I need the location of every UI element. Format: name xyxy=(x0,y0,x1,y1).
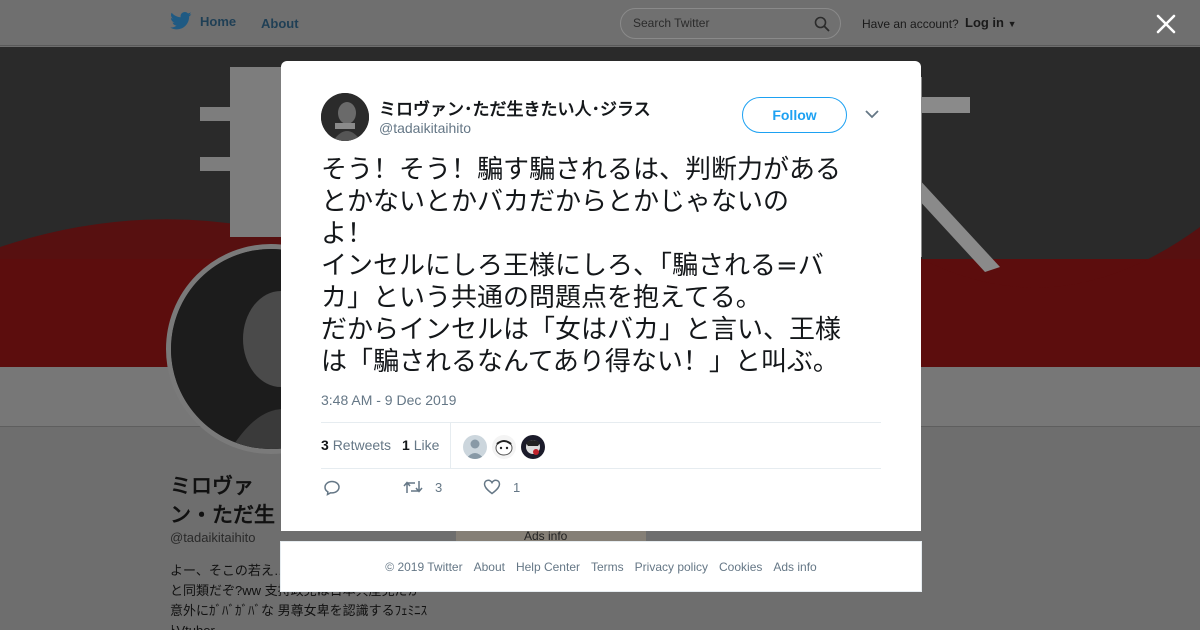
login-label: Log in xyxy=(965,15,1004,30)
footer-about-link[interactable]: About xyxy=(474,560,505,574)
footer-ads-link[interactable]: Ads info xyxy=(773,560,816,574)
like-button[interactable]: 1 xyxy=(483,479,520,495)
footer-terms-link[interactable]: Terms xyxy=(591,560,624,574)
modal-footer: © 2019 Twitter About Help Center Terms P… xyxy=(280,541,922,592)
reply-icon xyxy=(324,480,340,496)
like-action-count: 1 xyxy=(513,479,521,495)
tweet-author-name[interactable]: ミロヴァン･ただ生きたい人･ジラス xyxy=(379,95,651,120)
retweet-label: Retweets xyxy=(332,437,392,453)
liker-avatar[interactable] xyxy=(521,435,545,459)
tweet-actions: 3 1 xyxy=(321,479,881,503)
like-label: Like xyxy=(413,437,440,453)
footer-cookies-link[interactable]: Cookies xyxy=(719,560,762,574)
profile-handle[interactable]: @tadaikitaihito xyxy=(170,530,255,545)
tweet-text: そう！そう！騙す騙されるは、判断力がある とかないとかバカだからとかじゃないの … xyxy=(321,155,842,377)
search-icon[interactable] xyxy=(814,16,830,32)
nav-home-link[interactable]: Home xyxy=(170,12,236,30)
retweet-button[interactable]: 3 xyxy=(403,479,442,495)
like-count: 1 xyxy=(402,437,410,453)
tweet-stats: 3 Retweets 1 Like xyxy=(321,422,881,469)
liker-avatar[interactable] xyxy=(463,435,487,459)
twitter-bird-icon xyxy=(170,12,192,30)
tweet-author-handle[interactable]: @tadaikitaihito xyxy=(379,120,471,136)
retweet-icon xyxy=(403,481,423,493)
footer-copyright: © 2019 Twitter xyxy=(385,560,463,574)
tweet-modal: ミロヴァン･ただ生きたい人･ジラス @tadaikitaihito Follow… xyxy=(281,61,921,531)
account-prompt: Have an account? xyxy=(862,17,959,31)
retweet-count: 3 xyxy=(321,437,329,453)
chevron-down-icon: ▼ xyxy=(1007,19,1017,29)
stats-divider xyxy=(450,423,451,469)
close-icon[interactable] xyxy=(1152,10,1180,38)
footer-privacy-link[interactable]: Privacy policy xyxy=(635,560,708,574)
nav-home-label: Home xyxy=(200,13,237,29)
heart-icon xyxy=(483,479,501,495)
search-box[interactable]: Search Twitter xyxy=(620,8,841,39)
profile-display-name: ミロヴァン・ただ生きたい人・ジラス xyxy=(170,475,275,527)
tweet-timestamp[interactable]: 3:48 AM - 9 Dec 2019 xyxy=(321,392,456,408)
login-button[interactable]: Log in ▼ xyxy=(965,15,1017,30)
retweet-stat[interactable]: 3 Retweets xyxy=(321,437,391,453)
follow-button[interactable]: Follow xyxy=(742,97,847,133)
chevron-down-icon[interactable] xyxy=(865,109,879,119)
retweet-action-count: 3 xyxy=(435,479,443,495)
footer-help-link[interactable]: Help Center xyxy=(516,560,580,574)
search-input[interactable]: Search Twitter xyxy=(633,16,709,30)
tweet-author-avatar[interactable] xyxy=(321,93,369,141)
footer-links: © 2019 Twitter About Help Center Terms P… xyxy=(281,560,921,574)
top-navigation-bar: Home About Search Twitter Have an accoun… xyxy=(0,0,1200,46)
like-stat[interactable]: 1 Like xyxy=(402,437,439,453)
reply-button[interactable] xyxy=(323,479,341,497)
liker-avatar[interactable] xyxy=(492,435,516,459)
nav-about-link[interactable]: About xyxy=(261,16,299,31)
